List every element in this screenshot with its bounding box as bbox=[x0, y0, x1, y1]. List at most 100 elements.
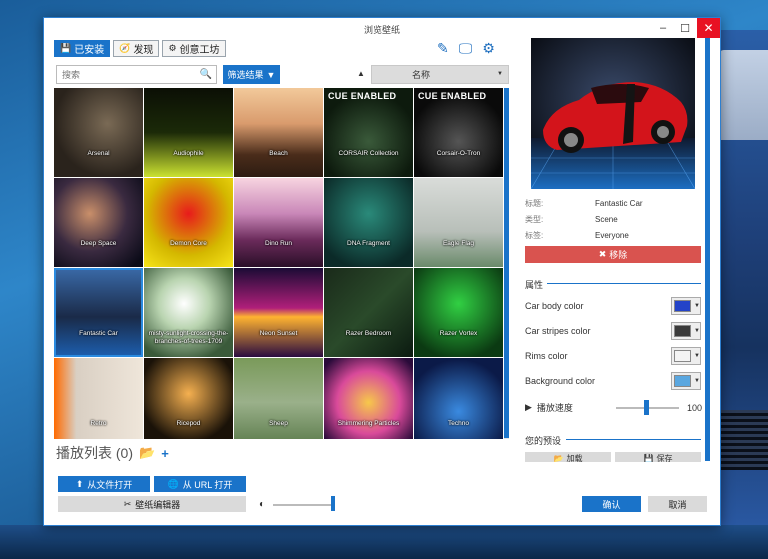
tab-bar: 💾 已安装 🧭 发现 ⚙ 创意工坊 bbox=[54, 40, 226, 57]
wallpaper-tile[interactable]: Retro bbox=[54, 358, 143, 439]
wallpaper-title: Deep Space bbox=[80, 240, 117, 247]
window-title: 浏览壁纸 bbox=[363, 25, 400, 35]
tab-installed[interactable]: 💾 已安装 bbox=[54, 40, 111, 57]
sort-dropdown[interactable]: 名称 ▼ bbox=[371, 65, 509, 84]
wallpaper-editor-button[interactable]: ✂ 壁纸编辑器 bbox=[58, 496, 246, 512]
tab-discover[interactable]: 🧭 发现 bbox=[113, 40, 160, 57]
play-icon: ▶ bbox=[525, 401, 532, 412]
wallpaper-tile[interactable]: Fantastic Car bbox=[54, 268, 143, 357]
wallpaper-title: Razer Vortex bbox=[439, 330, 478, 337]
wallpaper-title: Shimmering Particles bbox=[337, 420, 400, 427]
wallpaper-title: Retro bbox=[90, 420, 107, 427]
search-icon[interactable]: 🔍 bbox=[200, 69, 212, 80]
chevron-down-icon: ▼ bbox=[497, 71, 503, 77]
wallpaper-title: Sheep bbox=[269, 420, 288, 427]
wallpaper-title: Neon Sunset bbox=[259, 330, 298, 337]
title-value: Fantastic Car bbox=[595, 198, 643, 208]
monitor-icon[interactable]: 🖵 bbox=[459, 40, 473, 57]
wallpaper-tile[interactable]: Razer Bedroom bbox=[324, 268, 413, 357]
ok-button[interactable]: 确认 bbox=[582, 496, 641, 512]
wallpaper-tile[interactable]: Dino Run bbox=[234, 178, 323, 267]
type-value: Scene bbox=[595, 214, 618, 224]
wallpaper-tile[interactable]: misty-sunlight-crossing-the-branches-of-… bbox=[144, 268, 233, 357]
wallpaper-tile[interactable]: CUE ENABLED Corsair-O-Tron bbox=[414, 88, 503, 177]
title-key: 标题: bbox=[525, 198, 544, 208]
wallpaper-title: Razer Bedroom bbox=[345, 330, 392, 337]
wallpaper-tile[interactable]: Razer Vortex bbox=[414, 268, 503, 357]
property-car-body-color: Car body color ▼ bbox=[525, 296, 701, 316]
search-input[interactable] bbox=[57, 66, 197, 83]
add-icon[interactable]: + bbox=[161, 446, 169, 461]
wallpaper-title: Beach bbox=[269, 150, 288, 157]
wallpaper-title: Dino Run bbox=[264, 240, 293, 247]
minimize-button[interactable]: – bbox=[651, 18, 675, 38]
close-button[interactable]: ✕ bbox=[697, 18, 720, 38]
wallpaper-tile[interactable]: Sheep bbox=[234, 358, 323, 439]
upload-icon: ⬆ bbox=[75, 478, 84, 489]
compass-icon: 🧭 bbox=[119, 43, 131, 53]
speed-value: 100 bbox=[687, 403, 703, 413]
filter-button[interactable]: 筛选结果 ▼ bbox=[223, 65, 280, 84]
cancel-button[interactable]: 取消 bbox=[648, 496, 707, 512]
wallpaper-title: Eagle Flag bbox=[442, 240, 475, 247]
desktop-bottom bbox=[0, 525, 768, 559]
speed-slider-thumb[interactable] bbox=[644, 400, 649, 415]
wallpaper-preview bbox=[531, 38, 695, 189]
load-preset-button[interactable]: 📂 加载 bbox=[525, 452, 611, 462]
remove-button[interactable]: ✖ 移除 bbox=[525, 246, 701, 263]
wallpaper-title: DNA Fragment bbox=[347, 240, 390, 247]
wallpaper-tile[interactable]: Demon Core bbox=[144, 178, 233, 267]
globe-icon: 🌐 bbox=[167, 478, 179, 489]
panel-scrollbar[interactable] bbox=[705, 38, 710, 461]
wrench-icon[interactable]: ✎ bbox=[437, 40, 449, 57]
folder-icon: 📂 bbox=[553, 454, 564, 462]
wallpaper-tile[interactable]: Shimmering Particles bbox=[324, 358, 413, 439]
wallpaper-tile[interactable]: CUE ENABLED CORSAIR Collection bbox=[324, 88, 413, 177]
cue-enabled-badge: CUE ENABLED bbox=[418, 91, 487, 101]
cue-enabled-badge: CUE ENABLED bbox=[328, 91, 397, 101]
properties-divider bbox=[547, 283, 701, 284]
volume-slider-thumb[interactable] bbox=[331, 496, 335, 511]
property-background-color: Background color ▼ bbox=[525, 371, 701, 391]
volume-icon: ◐ bbox=[259, 499, 266, 510]
grid-scrollbar[interactable] bbox=[504, 88, 509, 439]
wallpaper-tile[interactable]: Ricepod bbox=[144, 358, 233, 439]
color-picker[interactable]: ▼ bbox=[671, 347, 701, 365]
presets-title: 您的预设 bbox=[525, 436, 562, 446]
open-from-file-button[interactable]: ⬆ 从文件打开 bbox=[58, 476, 150, 492]
close-icon: ✖ bbox=[598, 249, 607, 259]
presets-divider bbox=[566, 439, 701, 440]
toolbar: ✎ 🖵 ⚙ bbox=[437, 40, 495, 57]
wallpaper-tile[interactable]: Arsenal bbox=[54, 88, 143, 177]
volume-slider[interactable] bbox=[273, 504, 333, 506]
tags-value: Everyone bbox=[595, 230, 629, 240]
wallpaper-tile[interactable]: Beach bbox=[234, 88, 323, 177]
color-picker[interactable]: ▼ bbox=[671, 372, 701, 390]
sort-direction-icon[interactable]: ▲ bbox=[357, 69, 365, 78]
wallpaper-grid: Arsenal Audiophile Beach CUE ENABLED CORSAIR… bbox=[54, 88, 503, 439]
save-preset-button[interactable]: 💾 保存 bbox=[615, 452, 701, 462]
wallpaper-title: Techno bbox=[448, 420, 469, 427]
wallpaper-tile[interactable]: Neon Sunset bbox=[234, 268, 323, 357]
wallpaper-tile[interactable]: Audiophile bbox=[144, 88, 233, 177]
color-picker[interactable]: ▼ bbox=[671, 297, 701, 315]
maximize-button[interactable]: ☐ bbox=[673, 18, 697, 38]
gear-icon[interactable]: ⚙ bbox=[482, 40, 495, 57]
wallpaper-title: Audiophile bbox=[173, 150, 204, 157]
wallpaper-tile[interactable]: Deep Space bbox=[54, 178, 143, 267]
wallpaper-title: Arsenal bbox=[87, 150, 110, 157]
wallpaper-title: Ricepod bbox=[176, 420, 201, 427]
color-picker[interactable]: ▼ bbox=[671, 322, 701, 340]
wallpaper-tile[interactable]: Techno bbox=[414, 358, 503, 439]
save-icon: 💾 bbox=[60, 43, 72, 53]
open-from-url-button[interactable]: 🌐 从 URL 打开 bbox=[154, 476, 246, 492]
wallpaper-tile[interactable]: DNA Fragment bbox=[324, 178, 413, 267]
wallpaper-title: CORSAIR Collection bbox=[338, 150, 399, 157]
folder-icon[interactable]: 📂 bbox=[139, 445, 155, 461]
wallpaper-title: Corsair-O-Tron bbox=[436, 150, 481, 157]
playlist-label: 播放列表 (0) bbox=[56, 445, 133, 461]
tools-icon: ✂ bbox=[123, 498, 132, 509]
wallpaper-tile[interactable]: Eagle Flag bbox=[414, 178, 503, 267]
tab-workshop[interactable]: ⚙ 创意工坊 bbox=[162, 40, 226, 57]
search-box: 🔍 bbox=[56, 65, 217, 84]
